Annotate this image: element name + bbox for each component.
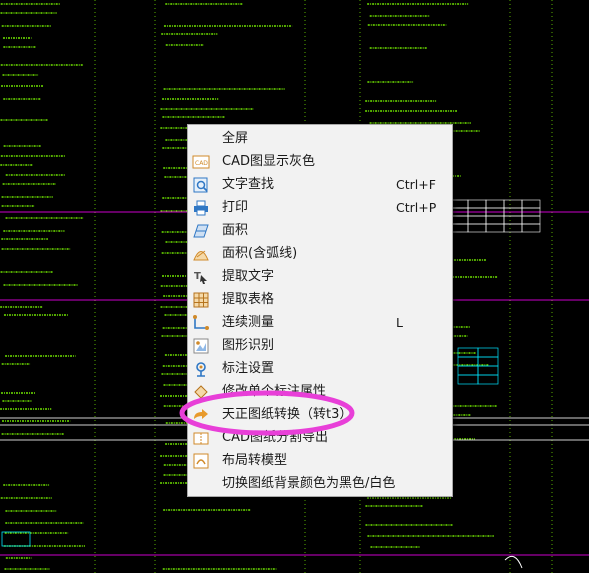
menu-item-label: 图形识别 (222, 338, 275, 353)
menu-item-label: 提取表格 (222, 292, 275, 307)
menu-item-fullscreen[interactable]: 全屏 (188, 127, 452, 150)
split-export-icon (193, 432, 209, 445)
text-search-icon (193, 177, 208, 193)
menu-item-label: 面积(含弧线) (222, 246, 298, 261)
shape-recognize-icon (193, 338, 209, 354)
menu-item-label: CAD图显示灰色 (222, 154, 315, 169)
menu-item-label: 标注设置 (222, 361, 275, 376)
menu-item-shape-recognize[interactable]: 图形识别 (188, 334, 452, 357)
menu-item-label: 打印 (222, 200, 249, 215)
edit-annotation-icon (194, 385, 208, 399)
menu-item-shortcut: Ctrl+P (396, 200, 437, 215)
layout-to-model-icon (193, 453, 209, 469)
area-icon (193, 224, 209, 238)
svg-text:T: T (194, 271, 201, 282)
convert-icon (194, 409, 208, 419)
menu-item-label: 面积 (222, 223, 249, 238)
menu-item-continuous-measure[interactable]: 连续测量 L (188, 311, 452, 334)
menu-item-label: 布局转模型 (222, 453, 288, 468)
menu-item-label: 修改单个标注属性 (222, 384, 327, 399)
menu-item-arc-area[interactable]: 面积(含弧线) (188, 242, 452, 265)
printer-icon (194, 200, 208, 216)
menu-item-gray-display[interactable]: CAD CAD图显示灰色 (188, 150, 452, 173)
extract-table-icon (193, 292, 209, 308)
menu-item-text-search[interactable]: 文字查找 Ctrl+F (188, 173, 452, 196)
annotation-settings-icon (196, 362, 206, 377)
menu-item-label: 提取文字 (222, 269, 275, 284)
menu-item-label: 全屏 (222, 131, 249, 146)
extract-text-icon: T (194, 271, 207, 284)
arc-area-icon (193, 250, 209, 261)
menu-item-tianzheng-convert[interactable]: 天正图纸转换（转t3） (188, 403, 452, 426)
menu-item-label: CAD图纸分割导出 (222, 430, 328, 445)
menu-item-print[interactable]: 打印 Ctrl+P (188, 196, 452, 219)
menu-item-area[interactable]: 面积 (188, 219, 452, 242)
menu-item-toggle-background[interactable]: 切换图纸背景颜色为黑色/白色 (188, 472, 452, 495)
gray-display-icon: CAD (192, 155, 210, 169)
menu-item-label: 连续测量 (222, 315, 275, 330)
menu-item-label: 切换图纸背景颜色为黑色/白色 (222, 476, 396, 491)
menu-item-extract-text[interactable]: T 提取文字 (188, 265, 452, 288)
menu-item-shortcut: Ctrl+F (396, 177, 436, 192)
svg-text:CAD: CAD (195, 160, 208, 167)
menu-item-extract-table[interactable]: 提取表格 (188, 288, 452, 311)
menu-item-shortcut: L (396, 315, 403, 330)
measure-icon (193, 315, 209, 330)
menu-item-label: 文字查找 (222, 177, 275, 192)
context-menu: 全屏 CAD CAD图显示灰色 文字查找 Ctrl+F 打印 Ctrl+P 面积… (187, 124, 453, 497)
menu-item-edit-annotation[interactable]: 修改单个标注属性 (188, 380, 452, 403)
menu-item-layout-to-model[interactable]: 布局转模型 (188, 449, 452, 472)
menu-item-label: 天正图纸转换（转t3） (222, 407, 353, 422)
menu-item-split-export[interactable]: CAD图纸分割导出 (188, 426, 452, 449)
menu-item-annotation-settings[interactable]: 标注设置 (188, 357, 452, 380)
